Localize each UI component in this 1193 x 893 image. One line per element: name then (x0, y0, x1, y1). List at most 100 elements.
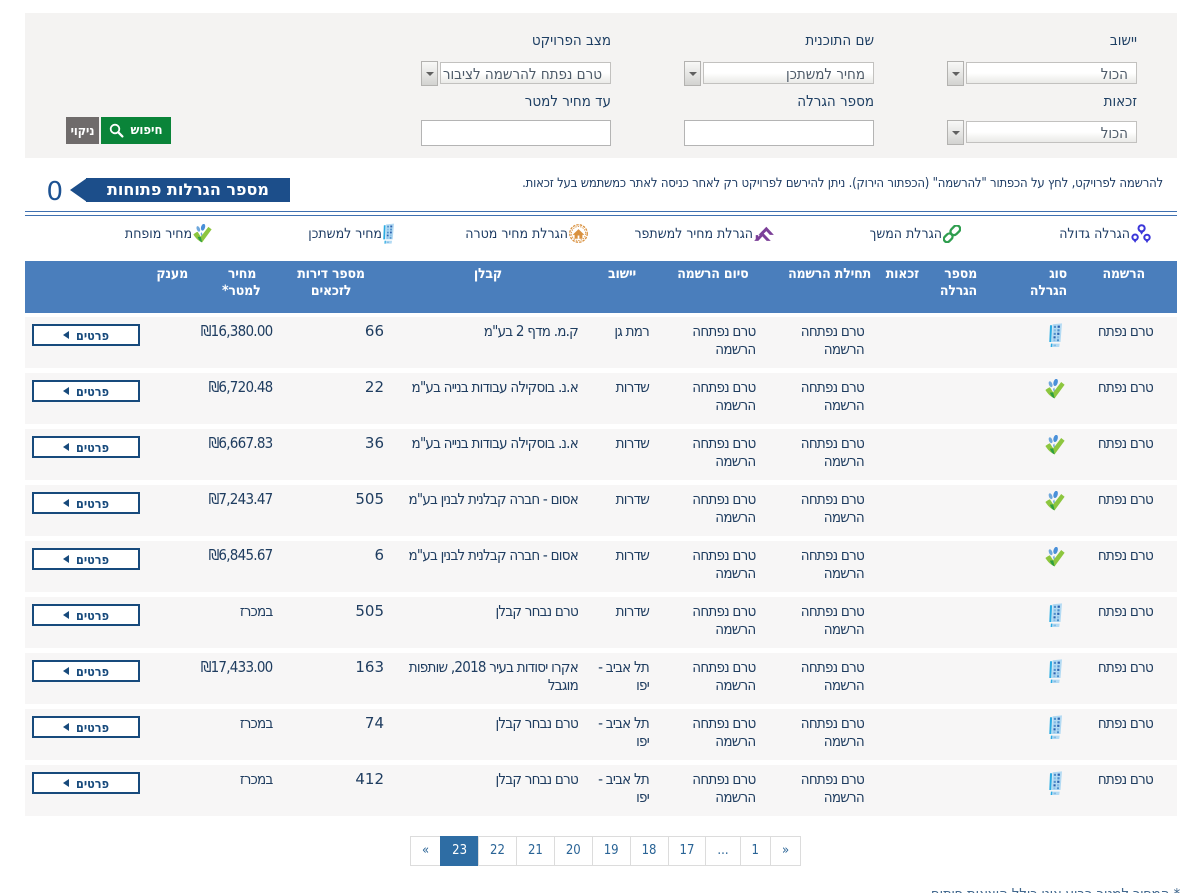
filter-field: יישוב הכול (947, 30, 1137, 87)
pagination-next[interactable]: » (769, 836, 802, 866)
details-button[interactable]: פרטים (32, 604, 140, 626)
cell-contractor: ק.מ. מדף 2 בע"מ (483, 322, 579, 340)
cell-lottery_number (925, 597, 1030, 648)
column-header-registration[interactable]: הרשמה (1080, 261, 1177, 313)
select-arrow-button[interactable] (947, 61, 964, 86)
pagination-page[interactable]: 18 (629, 836, 669, 866)
details-label: פרטים (76, 439, 109, 455)
cell-eligibility (888, 485, 925, 536)
cell-lottery_number (925, 653, 1030, 704)
select-arrow-button[interactable] (684, 61, 701, 86)
pagination-page[interactable]: 1 (739, 836, 771, 866)
filter-select[interactable]: מחיר למשתכן (684, 61, 874, 87)
details-label: פרטים (76, 607, 109, 623)
pagination-page[interactable]: ... (705, 836, 741, 866)
counter-value: 0 (46, 177, 63, 207)
cell-lottery-type (1030, 373, 1080, 424)
details-button[interactable]: פרטים (32, 660, 140, 682)
filter-input[interactable] (684, 120, 874, 146)
cell-grant (148, 373, 193, 424)
column-header-grant[interactable]: מענק (148, 261, 193, 313)
select-field[interactable]: מחיר למשתכן (703, 62, 874, 84)
search-button[interactable]: חיפוש (101, 117, 171, 144)
pagination-page[interactable]: 23 (440, 836, 480, 866)
column-header-lottery_number[interactable]: מספר הגרלה (925, 261, 1030, 313)
chevron-down-icon (425, 72, 434, 76)
divider (25, 211, 1177, 216)
pagination-prev[interactable]: « (410, 836, 442, 866)
column-header-eligibility[interactable]: זכאות (886, 261, 925, 313)
cell-city: תל אביב - יפו (598, 658, 650, 694)
pagination-page[interactable]: 21 (515, 836, 555, 866)
details-button[interactable]: פרטים (32, 492, 140, 514)
cell-registration_end: טרם נפתחה הרשמה (692, 714, 756, 750)
counter-banner: מספר הגרלות פתוחות (86, 178, 290, 202)
filter-field: זכאות הכול (947, 92, 1137, 146)
cell-registration: טרם נפתח (1097, 714, 1154, 732)
column-header-registration_end[interactable]: סיום הרשמה (673, 261, 780, 313)
filter-label: מצב הפרויקט (531, 31, 611, 49)
filter-select[interactable]: הכול (947, 61, 1137, 87)
search-button-label: חיפוש (130, 123, 163, 138)
cell-grant (148, 317, 193, 368)
pagination: « 23 22 21 20 19 18 17 ... 1 » (410, 836, 802, 866)
cell-details: פרטים (25, 429, 148, 480)
details-button[interactable]: פרטים (32, 548, 140, 570)
building-icon (1049, 771, 1062, 795)
filter-select[interactable]: הכול (947, 120, 1137, 146)
table-row: טרם נפתח טרם נפתחה הרשמה טרם נפתחה הרשמה… (25, 709, 1177, 760)
details-button[interactable]: פרטים (32, 716, 140, 738)
legend-label: הגרלת המשך (869, 225, 942, 242)
cell-lottery_number (925, 485, 1030, 536)
cell-details: פרטים (25, 765, 148, 816)
pagination-page[interactable]: 22 (478, 836, 517, 866)
cell-registration_end: טרם נפתחה הרשמה (692, 490, 756, 526)
cell-price_per_meter: במכרז (239, 770, 273, 788)
cell-grant (148, 709, 193, 760)
page: יישוב הכול שם התוכנית מחיר למשתכן מצב הפ… (0, 0, 1193, 893)
cell-eligibility (888, 765, 925, 816)
column-header-registration_start[interactable]: תחילת הרשמה (780, 261, 889, 313)
cell-registration: טרם נפתח (1097, 602, 1154, 620)
cell-details: פרטים (25, 597, 148, 648)
pagination-page[interactable]: 19 (591, 836, 631, 866)
left-arrow-icon (63, 387, 70, 395)
table-row: טרם נפתח טרם נפתחה הרשמה טרם נפתחה הרשמה… (25, 653, 1177, 704)
legend-item: הגרלת המשך (870, 222, 961, 245)
cell-city: שדרות (615, 490, 650, 508)
cell-lottery-type (1030, 317, 1080, 368)
cell-grant (148, 597, 193, 648)
details-button[interactable]: פרטים (32, 772, 140, 794)
column-header-city[interactable]: יישוב (593, 261, 673, 313)
filter-label: זכאות (1103, 92, 1137, 110)
cell-city: שדרות (615, 434, 650, 452)
pagination-page[interactable]: 20 (553, 836, 593, 866)
cell-lottery-type (1030, 709, 1080, 760)
column-header-price_per_meter[interactable]: מחיר למטר* (193, 261, 297, 313)
details-button[interactable]: פרטים (32, 436, 140, 458)
table-row: טרם נפתח טרם נפתחה הרשמה טרם נפתחה הרשמה… (25, 485, 1177, 536)
cell-contractor: א.נ. בוסקילה עבודות בנייה בע"מ (411, 434, 579, 452)
filter-select[interactable]: טרם נפתח להרשמה לציבור (421, 61, 611, 87)
select-field[interactable]: הכול (966, 62, 1137, 84)
column-header-apartments[interactable]: מספר דירות לזכאים (297, 261, 404, 313)
building-icon (1049, 659, 1062, 683)
cell-lottery-type (1030, 485, 1080, 536)
filter-input[interactable] (421, 120, 611, 146)
select-field[interactable]: הכול (966, 121, 1137, 143)
cell-contractor: אסום - חברה קבלנית לבנין בע"מ (408, 546, 578, 564)
cell-lottery_number (925, 709, 1030, 760)
details-button[interactable]: פרטים (32, 380, 140, 402)
table-row: טרם נפתח טרם נפתחה הרשמה טרם נפתחה הרשמה… (25, 317, 1177, 368)
select-field[interactable]: טרם נפתח להרשמה לציבור (440, 62, 611, 84)
clear-button[interactable]: ניקוי (66, 117, 99, 144)
cell-lottery_number (925, 373, 1030, 424)
select-arrow-button[interactable] (947, 120, 964, 145)
pagination-page[interactable]: 17 (667, 836, 707, 866)
select-arrow-button[interactable] (421, 61, 438, 86)
column-header-contractor[interactable]: קבלן (403, 261, 593, 313)
details-button[interactable]: פרטים (32, 324, 140, 346)
cell-details: פרטים (25, 317, 148, 368)
column-header-lottery_type[interactable]: סוג הגרלה (1030, 261, 1080, 313)
select-value: טרם נפתח להרשמה לציבור (442, 65, 602, 83)
